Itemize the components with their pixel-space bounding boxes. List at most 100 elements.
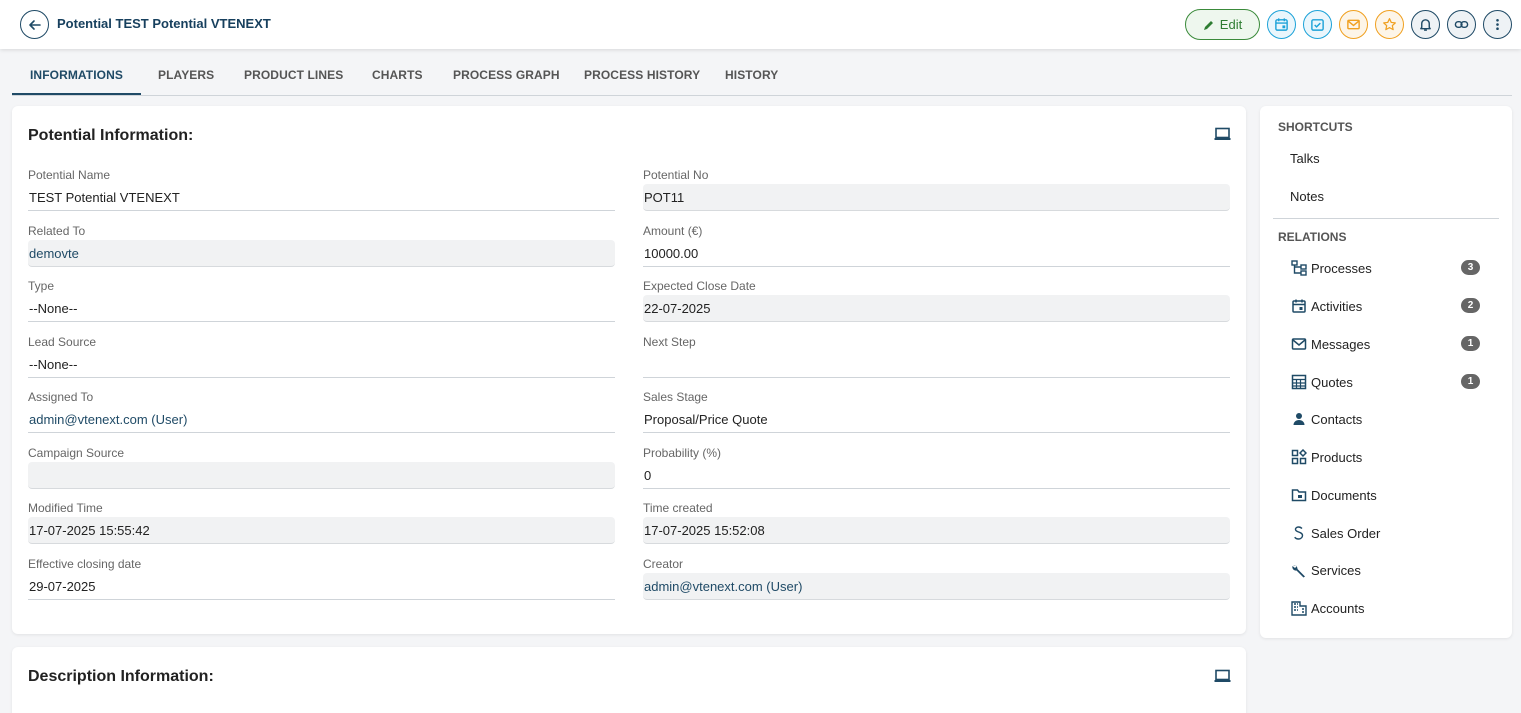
- next-step-input[interactable]: [643, 351, 1230, 378]
- edit-button[interactable]: Edit: [1185, 9, 1260, 40]
- field-type: Type --None--: [28, 277, 615, 322]
- count-badge: 3: [1461, 260, 1480, 275]
- campaign-source-value: [28, 462, 615, 489]
- potential-name-input[interactable]: TEST Potential VTENEXT: [28, 184, 615, 211]
- assigned-to-link[interactable]: admin@vtenext.com (User): [28, 406, 615, 433]
- amount-input[interactable]: 10000.00: [643, 240, 1230, 267]
- mail-icon: [1347, 19, 1360, 30]
- notifications-button[interactable]: [1411, 10, 1440, 39]
- relation-label: Accounts: [1311, 600, 1365, 616]
- link-icon: [1454, 20, 1469, 29]
- field-label: Creator: [643, 557, 684, 571]
- potential-no-value: POT11: [643, 184, 1230, 211]
- relation-activities[interactable]: Activities 2: [1290, 295, 1480, 317]
- more-button[interactable]: [1483, 10, 1512, 39]
- description-display-toggle-button[interactable]: [1214, 669, 1231, 686]
- tab-product-lines[interactable]: PRODUCT LINES: [226, 56, 361, 95]
- calendar-button[interactable]: [1267, 10, 1296, 39]
- sidebar-panel: SHORTCUTS Talks Notes RELATIONS Processe…: [1260, 106, 1512, 638]
- related-to-link[interactable]: demovte: [28, 240, 615, 267]
- field-related-to: Related To demovte: [28, 222, 615, 267]
- relation-products[interactable]: Products: [1290, 446, 1480, 468]
- link-button[interactable]: [1447, 10, 1476, 39]
- field-effective-closing-date: Effective closing date 29-07-2025: [28, 555, 615, 600]
- field-label: Next Step: [643, 335, 696, 349]
- relation-processes[interactable]: Processes 3: [1290, 257, 1480, 279]
- tab-informations[interactable]: INFORMATIONS: [12, 56, 141, 95]
- field-label: Amount (€): [643, 224, 703, 238]
- creator-link[interactable]: admin@vtenext.com (User): [643, 573, 1230, 600]
- tab-process-history[interactable]: PROCESS HISTORY: [566, 56, 718, 95]
- building-icon: [1290, 600, 1307, 617]
- field-label: Modified Time: [28, 501, 103, 515]
- shortcut-notes[interactable]: Notes: [1290, 189, 1324, 204]
- relation-label: Documents: [1311, 487, 1377, 503]
- relation-label: Sales Order: [1311, 525, 1381, 541]
- count-badge: 1: [1461, 336, 1480, 351]
- relation-accounts[interactable]: Accounts: [1290, 597, 1480, 619]
- relation-services[interactable]: Services: [1290, 559, 1480, 581]
- field-modified-time: Modified Time 17-07-2025 15:55:42: [28, 499, 615, 544]
- field-sales-stage: Sales Stage Proposal/Price Quote: [643, 388, 1230, 433]
- probability-input[interactable]: 0: [643, 462, 1230, 489]
- field-label: Effective closing date: [28, 557, 142, 571]
- tab-history[interactable]: HISTORY: [707, 56, 796, 95]
- bell-icon: [1420, 19, 1431, 31]
- laptop-icon: [1214, 669, 1231, 682]
- calendar-icon: [1275, 18, 1288, 31]
- mail-icon: [1290, 336, 1307, 353]
- relation-label: Messages: [1311, 336, 1371, 352]
- field-next-step: Next Step: [643, 333, 1230, 378]
- pencil-icon: [1203, 20, 1213, 30]
- count-badge: 2: [1461, 298, 1480, 313]
- field-potential-name: Potential Name TEST Potential VTENEXT: [28, 166, 615, 211]
- shortcut-talks[interactable]: Talks: [1290, 151, 1320, 166]
- relation-label: Contacts: [1311, 411, 1363, 427]
- sales-order-icon: [1290, 525, 1307, 542]
- tab-process-graph[interactable]: PROCESS GRAPH: [435, 56, 578, 95]
- field-label: Campaign Source: [28, 446, 125, 460]
- calculator-icon: [1290, 374, 1307, 391]
- effective-closing-date-input[interactable]: 29-07-2025: [28, 573, 615, 600]
- field-amount: Amount (€) 10000.00: [643, 222, 1230, 267]
- relation-label: Products: [1311, 449, 1363, 465]
- process-icon: [1290, 260, 1307, 277]
- relation-documents[interactable]: Documents: [1290, 484, 1480, 506]
- potential-info-card: Potential Information: Potential Name TE…: [12, 106, 1246, 634]
- relation-label: Quotes: [1311, 374, 1353, 390]
- relation-label: Services: [1311, 562, 1361, 578]
- relation-messages[interactable]: Messages 1: [1290, 333, 1480, 355]
- modified-time-value: 17-07-2025 15:55:42: [28, 517, 615, 544]
- tab-charts[interactable]: CHARTS: [354, 56, 441, 95]
- wrench-icon: [1290, 562, 1307, 579]
- person-icon: [1290, 411, 1307, 428]
- relation-contacts[interactable]: Contacts: [1290, 408, 1480, 430]
- field-lead-source: Lead Source --None--: [28, 333, 615, 378]
- task-button[interactable]: [1303, 10, 1332, 39]
- shortcuts-heading: SHORTCUTS: [1278, 120, 1353, 134]
- lead-source-select[interactable]: --None--: [28, 351, 615, 378]
- field-label: Assigned To: [28, 390, 94, 404]
- task-icon: [1311, 19, 1324, 31]
- display-toggle-button[interactable]: [1214, 127, 1231, 144]
- more-icon: [1496, 18, 1499, 31]
- potential-info-title: Potential Information:: [28, 127, 194, 144]
- field-probability: Probability (%) 0: [643, 444, 1230, 489]
- field-label: Related To: [28, 224, 86, 238]
- relation-quotes[interactable]: Quotes 1: [1290, 371, 1480, 393]
- type-select[interactable]: --None--: [28, 295, 615, 322]
- favorite-button[interactable]: [1375, 10, 1404, 39]
- relation-label: Activities: [1311, 298, 1363, 314]
- description-info-card: Description Information:: [12, 647, 1246, 713]
- field-campaign-source: Campaign Source: [28, 444, 615, 489]
- tab-players[interactable]: PLAYERS: [140, 56, 232, 95]
- relation-sales-order[interactable]: Sales Order: [1290, 522, 1480, 544]
- sales-stage-select[interactable]: Proposal/Price Quote: [643, 406, 1230, 433]
- mail-button[interactable]: [1339, 10, 1368, 39]
- time-created-value: 17-07-2025 15:52:08: [643, 517, 1230, 544]
- products-icon: [1290, 449, 1307, 466]
- field-label: Type: [28, 279, 55, 293]
- laptop-icon: [1214, 127, 1231, 140]
- back-button[interactable]: [20, 10, 49, 39]
- count-badge: 1: [1461, 374, 1480, 389]
